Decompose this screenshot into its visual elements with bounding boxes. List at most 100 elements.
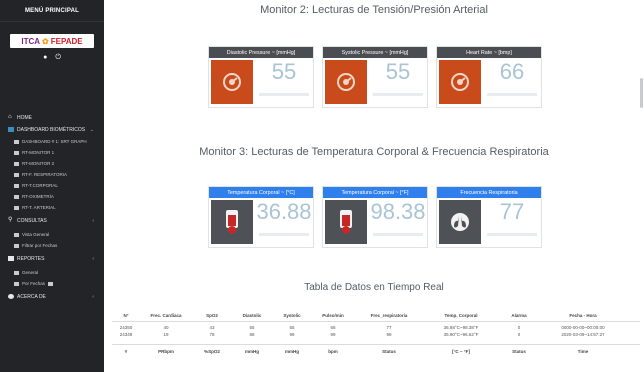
list-icon [14, 161, 19, 166]
thermometer-icon [325, 200, 367, 244]
table-footer-cell: mmHg [284, 349, 299, 354]
list-icon [14, 150, 19, 155]
scrollbar[interactable] [640, 78, 643, 108]
sidebar-item-respiratoria[interactable]: RT-F. RESPIRATORIA [0, 169, 104, 180]
sidebar-item-monitor-2[interactable]: RT-MONITOR 2 [0, 158, 104, 169]
thermometer-icon [211, 200, 253, 244]
sidebar-item-home[interactable]: ⌂ HOME [0, 112, 104, 123]
info-icon [8, 294, 14, 299]
table-footer-cell: Time [577, 349, 589, 354]
chevron-left-icon: ‹ [92, 293, 94, 300]
card-systolic: Systolic Pressure ~ [mmHg] 55 [322, 46, 428, 108]
table-header-cell: Fecha - Hora [569, 313, 597, 318]
dashboard-icon [8, 127, 14, 132]
sidebar-item-reporte-por-fechas[interactable]: Por Fechas [0, 278, 104, 289]
sidebar-item-t-arterial[interactable]: RT-T. ARTERIAL [0, 202, 104, 213]
print-icon [14, 281, 19, 286]
sidebar-item-filtrar-fechas[interactable]: Filtrar por Fechas [0, 240, 104, 251]
card-label: Systolic Pressure ~ [mmHg] [323, 47, 427, 58]
card-temp-celsius: Temperatura Corporal ~ [°C] 36.88 [208, 186, 314, 248]
home-icon: ⌂ [8, 114, 12, 120]
table-cell: 0000-00-00~00:00:00 [561, 325, 605, 330]
sidebar-item-dashboard[interactable]: DASHBOARD BIOMÉTRICOS ⌄ [0, 124, 104, 135]
table-row[interactable]: 24350 40 43 55 55 66 77 36.88°C~98.38°F … [112, 324, 640, 331]
table-header-cell: Diastolic [242, 313, 262, 318]
chevron-down-icon: ⌄ [89, 126, 94, 133]
search-icon: ⚲ [8, 217, 13, 223]
table-footer-cell: Status [512, 349, 526, 354]
pressure-gauge-icon [439, 60, 481, 104]
table-header-cell: Frec_respiratoria [370, 313, 408, 318]
table-cell: 24350 [119, 325, 133, 330]
table-cell: 43 [209, 325, 215, 330]
card-footer [373, 233, 423, 236]
sidebar-item-t-corporal[interactable]: RT-T.CORPORAL [0, 180, 104, 191]
table-footer-cell: PRbpm [158, 349, 174, 354]
table-header-cell: Pulso/min [322, 313, 344, 318]
sidebar-item-vista-general[interactable]: Vista General [0, 229, 104, 240]
sidebar-item-reporte-general[interactable]: General [0, 267, 104, 278]
chevron-left-icon: ‹ [92, 255, 94, 262]
table-cell: 88 [249, 332, 255, 337]
sidebar-item-oximetria[interactable]: RT-OXIMETRÍA [0, 191, 104, 202]
sidebar-item-reportes[interactable]: REPORTES ‹ [0, 253, 104, 264]
print-icon [8, 256, 14, 261]
table-cell: 99 [386, 332, 392, 337]
table-footer-cell: mmHg [244, 349, 259, 354]
table-row[interactable]: 24349 19 78 88 99 99 99 35.90°C~96.62°F … [112, 331, 640, 338]
print-icon [14, 270, 19, 275]
sidebar: MENÚ PRINCIPAL ITCA ✿ FEPADE ● ⏻ ⌂ HOME … [0, 0, 104, 372]
table-cell: 0 [517, 325, 521, 330]
table-cell: 77 [386, 325, 392, 330]
card-respiratory-rate: Frecuencia Respiratoria 77 [436, 186, 542, 248]
pressure-gauge-icon [325, 60, 367, 104]
sidebar-item-monitor-1[interactable]: RT-MONITOR 1 [0, 147, 104, 158]
table-header-cell: Temp. Corporal [444, 313, 478, 318]
sidebar-item-srt-graph[interactable]: DASHBOARD # 1: SRT GRAPH [0, 136, 104, 147]
card-value: 98.38 [370, 199, 426, 224]
logo: ITCA ✿ FEPADE [10, 34, 94, 48]
table-cell: 35.90°C~96.62°F [443, 332, 479, 337]
sidebar-item-consultas[interactable]: ⚲ CONSULTAS ‹ [0, 215, 104, 226]
card-value: 36.88 [256, 199, 312, 224]
table-cell: 36.88°C~98.38°F [443, 325, 479, 330]
card-value: 55 [385, 59, 411, 84]
card-footer [259, 233, 309, 236]
power-icon[interactable]: ⏻ [55, 54, 61, 62]
table-cell: 78 [209, 332, 215, 337]
card-temp-fahrenheit: Temperatura Corporal ~ [°F] 98.38 [322, 186, 428, 248]
card-diastolic: Diastolic Pressure ~ [mmHg] 55 [208, 46, 314, 108]
card-label: Heart Rate ~ [bmp] [437, 47, 541, 58]
logo-right-text: FEPADE [50, 36, 83, 46]
table-header-cell: SpO2 [206, 313, 218, 318]
window-icon [14, 232, 19, 237]
table-cell: 55 [249, 325, 255, 330]
calendar-icon [14, 243, 19, 248]
lungs-icon [439, 200, 481, 244]
user-status-icon[interactable]: ● [43, 54, 47, 62]
list-icon [14, 183, 19, 188]
table-cell: 40 [163, 325, 169, 330]
table-title: Tabla de Datos en Tiempo Real [304, 282, 444, 293]
logo-left-text: ITCA [21, 36, 41, 46]
table-cell: 24349 [119, 332, 133, 337]
logo-star-icon: ✿ [42, 36, 49, 46]
card-footer [259, 93, 309, 96]
table-header-cell: Frec. Cardiaca [150, 313, 182, 318]
table-cell: 19 [163, 332, 169, 337]
table-footer-row: # PRbpm %SpO2 mmHg mmHg bpm Status [°C ~… [112, 344, 640, 358]
card-footer [487, 93, 537, 96]
card-value: 77 [499, 199, 525, 224]
table-header-cell: Systolic [283, 313, 301, 318]
table-cell: 2020-03-09~14:57:27 [561, 332, 605, 337]
pressure-gauge-icon [211, 60, 253, 104]
table-header-cell: N° [123, 313, 129, 318]
sidebar-item-acerca-de[interactable]: ACERCA DE ‹ [0, 291, 104, 302]
card-label: Frecuencia Respiratoria [437, 187, 541, 198]
sidebar-header: MENÚ PRINCIPAL [0, 0, 104, 22]
card-label: Temperatura Corporal ~ [°F] [323, 187, 427, 198]
table-footer-cell: [°C ~ °F] [452, 349, 470, 354]
card-heart-rate: Heart Rate ~ [bmp] 66 [436, 46, 542, 108]
data-table: N° Frec. Cardiaca SpO2 Diastolic Systoli… [112, 310, 640, 358]
table-header-row: N° Frec. Cardiaca SpO2 Diastolic Systoli… [112, 310, 640, 322]
